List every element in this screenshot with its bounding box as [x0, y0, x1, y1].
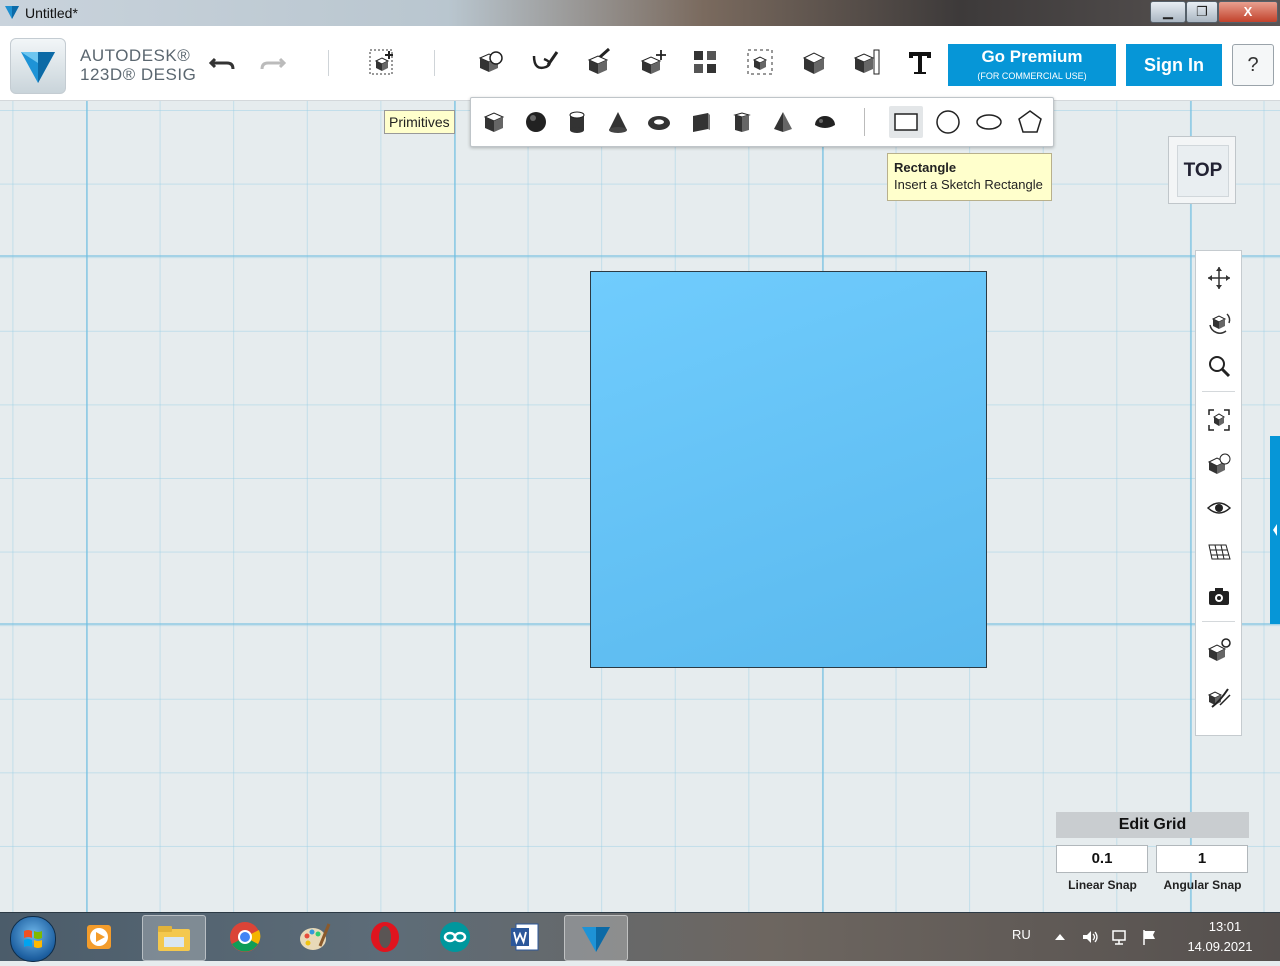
help-button[interactable]: ?	[1232, 44, 1274, 86]
angular-snap-input[interactable]: 1	[1156, 845, 1248, 873]
visibility-icon[interactable]	[1202, 491, 1235, 524]
media-player-icon	[87, 925, 111, 949]
views-icon[interactable]	[1202, 447, 1235, 480]
side-panel-handle[interactable]	[1270, 436, 1280, 624]
combine-icon[interactable]	[796, 44, 832, 80]
taskbar-media-player[interactable]	[68, 915, 130, 959]
main-toolbar: AUTODESK® 123D® DESIGN Go Premium (FOR C…	[0, 26, 1280, 101]
cylinder-primitive-icon[interactable]	[560, 106, 594, 138]
start-button[interactable]	[10, 916, 56, 962]
hemisphere-primitive-icon[interactable]	[808, 106, 842, 138]
taskbar-opera[interactable]	[354, 915, 416, 959]
construct-icon[interactable]	[581, 44, 617, 80]
view-cube-face[interactable]: TOP	[1177, 145, 1229, 197]
show-hidden-icons-icon[interactable]	[1050, 927, 1070, 947]
linear-snap-label: Linear Snap	[1068, 878, 1137, 892]
window-title: Untitled*	[25, 5, 78, 21]
pyramid-primitive-icon[interactable]	[766, 106, 800, 138]
text-icon[interactable]	[902, 44, 938, 80]
ellipse-sketch-icon[interactable]	[972, 106, 1006, 138]
rectangle-sketch-icon[interactable]	[889, 106, 923, 138]
polygon-sketch-icon[interactable]	[1013, 106, 1047, 138]
undo-icon[interactable]	[204, 44, 240, 80]
taskbar-paint[interactable]	[284, 915, 346, 959]
fit-icon[interactable]	[1202, 403, 1235, 436]
orbit-icon[interactable]	[1202, 305, 1235, 338]
screenshot-icon[interactable]	[1202, 579, 1235, 612]
minimize-button[interactable]: ▁	[1150, 1, 1186, 23]
toolbar-divider	[434, 50, 435, 76]
action-center-flag-icon[interactable]	[1140, 927, 1160, 947]
app-menu-logo[interactable]	[10, 38, 66, 94]
new-primitive-icon[interactable]	[364, 44, 400, 80]
maximize-button[interactable]: ❐	[1186, 1, 1218, 23]
toolbar-divider	[328, 50, 329, 76]
view-cube[interactable]: TOP	[1168, 136, 1236, 204]
volume-icon[interactable]	[1080, 927, 1100, 947]
chrome-icon	[230, 922, 261, 952]
clock-date[interactable]: 14.09.2021	[1180, 939, 1260, 954]
go-premium-label: Go Premium	[981, 47, 1083, 66]
network-icon[interactable]	[1110, 927, 1130, 947]
paint-icon	[300, 923, 331, 950]
taskbar-123d-design[interactable]	[564, 915, 628, 961]
pattern-icon[interactable]	[687, 44, 723, 80]
pan-icon[interactable]	[1202, 261, 1235, 294]
rectangle-tooltip-description: Insert a Sketch Rectangle	[894, 177, 1043, 192]
brand-product: 123D® DESIGN	[80, 65, 196, 84]
navigation-bar	[1195, 250, 1242, 736]
measure-icon[interactable]	[849, 44, 885, 80]
primitives-divider	[864, 108, 865, 136]
sphere-primitive-icon[interactable]	[519, 106, 553, 138]
clock-time[interactable]: 13:01	[1190, 919, 1260, 934]
taskbar-arduino[interactable]	[424, 915, 486, 959]
opera-icon	[371, 922, 399, 952]
go-premium-sublabel: (FOR COMMERCIAL USE)	[977, 71, 1087, 81]
123d-design-icon	[582, 927, 610, 952]
navbar-divider	[1202, 621, 1235, 622]
taskbar-word[interactable]	[494, 915, 556, 959]
grouping-icon[interactable]	[742, 44, 778, 80]
modify-icon[interactable]	[635, 44, 671, 80]
material-icon[interactable]	[1202, 633, 1235, 666]
snap-icon[interactable]	[1202, 681, 1235, 714]
sketch-icon[interactable]	[527, 44, 563, 80]
rectangle-tooltip: Rectangle Insert a Sketch Rectangle	[887, 153, 1052, 201]
rectangle-tooltip-title: Rectangle	[894, 160, 957, 175]
chevron-left-icon	[1273, 524, 1277, 536]
primitives-tooltip: Primitives	[384, 110, 455, 134]
go-premium-button[interactable]: Go Premium (FOR COMMERCIAL USE)	[948, 44, 1116, 86]
navbar-divider	[1202, 391, 1235, 392]
cone-primitive-icon[interactable]	[601, 106, 635, 138]
windows-taskbar: RU 13:01 14.09.2021	[0, 912, 1280, 962]
app-logo-icon	[21, 52, 55, 83]
linear-snap-input[interactable]: 0.1	[1056, 845, 1148, 873]
torus-primitive-icon[interactable]	[642, 106, 676, 138]
taskbar-chrome[interactable]	[214, 915, 276, 959]
circle-sketch-icon[interactable]	[931, 106, 965, 138]
box-primitive-icon[interactable]	[477, 106, 511, 138]
brand-autodesk: AUTODESK®	[80, 46, 191, 65]
taskbar-file-explorer[interactable]	[142, 915, 206, 961]
app-logo-icon	[5, 6, 19, 19]
edit-grid-button[interactable]: Edit Grid	[1056, 812, 1249, 838]
prism-primitive-icon[interactable]	[725, 106, 759, 138]
language-indicator[interactable]: RU	[1012, 927, 1031, 942]
title-bar: Untitled* ▁ ❐ X	[0, 0, 1280, 26]
arduino-icon	[440, 922, 470, 952]
windows-logo-icon	[24, 930, 42, 948]
grid-icon[interactable]	[1202, 535, 1235, 568]
sign-in-button[interactable]: Sign In	[1126, 44, 1222, 86]
zoom-icon[interactable]	[1202, 349, 1235, 382]
sketch-rectangle-shape[interactable]	[590, 271, 987, 668]
angular-snap-label: Angular Snap	[1163, 878, 1242, 892]
wedge-primitive-icon[interactable]	[684, 106, 718, 138]
redo-icon[interactable]	[255, 44, 291, 80]
primitives-panel	[470, 97, 1054, 147]
primitives-icon[interactable]	[472, 44, 508, 80]
close-button[interactable]: X	[1218, 1, 1278, 23]
word-icon	[511, 923, 539, 951]
folder-icon	[158, 926, 190, 951]
